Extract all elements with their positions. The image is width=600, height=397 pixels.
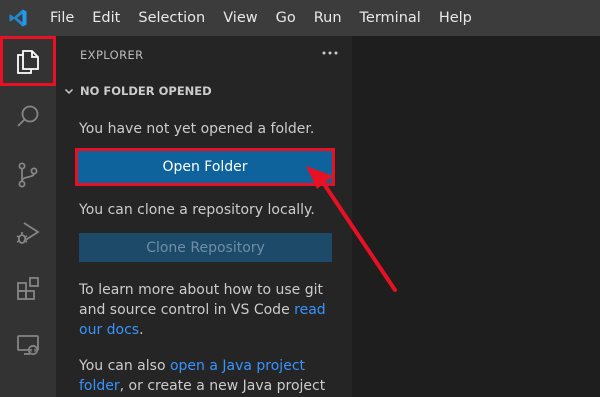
menu-file[interactable]: File [40, 0, 83, 36]
extensions-icon [17, 277, 39, 300]
explorer-sidebar: EXPLORER NO FOLDER OPENED You have not y… [56, 36, 352, 397]
menu-terminal[interactable]: Terminal [351, 0, 430, 36]
section-title: NO FOLDER OPENED [80, 84, 212, 98]
source-control-icon [18, 162, 38, 188]
sidebar-title: EXPLORER [80, 48, 144, 62]
menu-edit[interactable]: Edit [83, 0, 129, 36]
java-text-end: , or create a new Java project [119, 378, 326, 394]
no-folder-section-header[interactable]: NO FOLDER OPENED [56, 80, 352, 102]
open-folder-button[interactable]: Open Folder [75, 148, 335, 186]
activity-source-control[interactable] [0, 150, 56, 200]
java-project-message: You can also open a Java project folder,… [79, 356, 339, 396]
menu-help[interactable]: Help [430, 0, 481, 36]
menu-go[interactable]: Go [267, 0, 305, 36]
activity-search[interactable] [0, 92, 56, 142]
menu-view[interactable]: View [214, 0, 266, 36]
activity-run-debug[interactable] [0, 208, 56, 258]
search-icon [17, 105, 39, 127]
menu-selection[interactable]: Selection [129, 0, 214, 36]
clone-message: You can clone a repository locally. [79, 202, 315, 218]
run-debug-icon [16, 222, 40, 244]
clone-repository-button[interactable]: Clone Repository [79, 233, 332, 262]
activity-remote-explorer[interactable] [0, 320, 56, 370]
menu-run[interactable]: Run [305, 0, 351, 36]
java-text: You can also [79, 358, 170, 374]
vscode-logo-icon [0, 0, 36, 36]
chevron-down-icon [58, 80, 80, 102]
menu-bar: File Edit Selection View Go Run Terminal… [0, 0, 600, 36]
activity-extensions[interactable] [0, 264, 56, 314]
git-text: To learn more about how to use git and s… [79, 282, 324, 318]
git-docs-message: To learn more about how to use git and s… [79, 280, 339, 340]
activity-explorer[interactable] [0, 36, 56, 86]
git-text-end: . [139, 322, 144, 338]
explorer-icon [17, 50, 39, 74]
remote-explorer-icon [17, 335, 39, 356]
no-folder-message: You have not yet opened a folder. [79, 121, 315, 137]
activity-bar [0, 36, 56, 397]
ellipsis-icon[interactable] [318, 43, 342, 63]
editor-area [352, 36, 600, 397]
